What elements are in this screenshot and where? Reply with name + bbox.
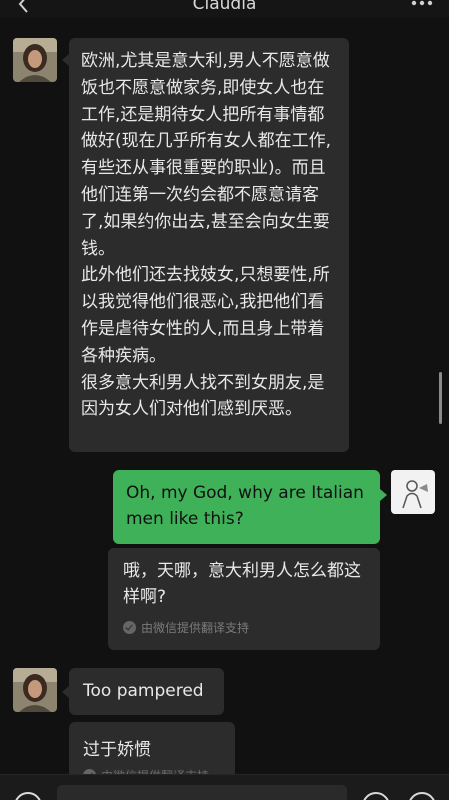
plus-icon[interactable] — [408, 792, 436, 800]
translation-text: 过于娇惯 — [83, 740, 151, 760]
bubble-tail — [62, 686, 69, 698]
avatar-self[interactable] — [391, 470, 435, 514]
scrollbar[interactable] — [439, 372, 442, 424]
translation-note-text: 由微信提供翻译支持 — [141, 621, 250, 635]
bubble-tail — [380, 489, 387, 501]
emoji-icon[interactable] — [362, 792, 390, 800]
more-dots-icon[interactable] — [409, 0, 435, 9]
bubble-tail — [62, 54, 69, 66]
voice-icon[interactable] — [14, 792, 42, 800]
avatar-claudia[interactable] — [13, 668, 57, 712]
input-bar — [0, 774, 449, 800]
avatar-sketch-icon — [391, 470, 435, 514]
avatar-claudia[interactable] — [13, 38, 57, 82]
chat-title: Claudia — [192, 0, 257, 14]
translation-bubble[interactable]: 过于娇惯 由微信提供翻译支持 — [69, 722, 235, 780]
avatar-photo-icon — [13, 668, 57, 712]
avatar-photo-icon — [13, 38, 57, 82]
translation-bubble[interactable]: 哦，天哪，意大利男人怎么都这样啊? 由微信提供翻译支持 — [108, 548, 380, 650]
translation-note: 由微信提供翻译支持 — [123, 619, 249, 636]
message-input[interactable] — [57, 785, 347, 800]
translation-text: 哦，天哪，意大利男人怎么都这样啊? — [123, 561, 361, 607]
message-bubble[interactable]: 欧洲,尤其是意大利,男人不愿意做饭也不愿意做家务,即使女人也在工作,还是期待女人… — [69, 38, 349, 452]
message-bubble[interactable]: Too pampered — [69, 668, 224, 715]
message-bubble[interactable]: Oh, my God, why are Italian men like thi… — [113, 470, 380, 544]
check-icon — [123, 621, 136, 634]
top-bar: Claudia — [0, 0, 449, 18]
